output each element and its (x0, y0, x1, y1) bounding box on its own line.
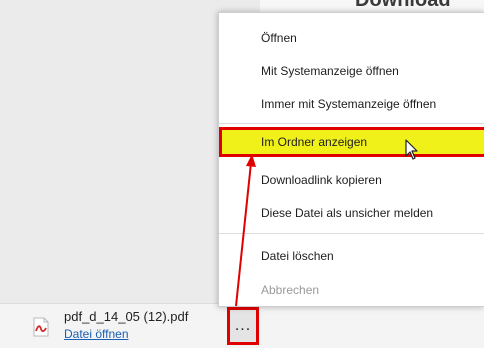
menu-item-delete-file[interactable]: Datei löschen (219, 241, 484, 271)
menu-item-open[interactable]: Öffnen (219, 23, 484, 53)
menu-item-cancel: Abbrechen (261, 283, 320, 297)
menu-item-copy-download-link[interactable]: Downloadlink kopieren (219, 165, 484, 195)
menu-item-open-with-system-viewer[interactable]: Mit Systemanzeige öffnen (219, 56, 484, 86)
pdf-file-icon (33, 317, 49, 337)
menu-separator (219, 123, 484, 124)
open-file-link[interactable]: Datei öffnen (64, 327, 129, 341)
menu-separator (219, 233, 484, 234)
download-bar: pdf_d_14_05 (12).pdf Datei öffnen ... (0, 303, 484, 348)
menu-item-report-unsafe[interactable]: Diese Datei als unsicher melden (219, 198, 484, 228)
download-file-name: pdf_d_14_05 (12).pdf (64, 309, 189, 324)
more-options-button[interactable]: ... (227, 307, 259, 345)
mouse-pointer-icon (405, 139, 418, 160)
menu-item-show-in-folder[interactable]: Im Ordner anzeigen (219, 127, 484, 157)
more-options-label: ... (234, 317, 252, 334)
page-heading-fragment: Download (355, 0, 451, 11)
menu-item-always-open-with-system-viewer[interactable]: Immer mit Systemanzeige öffnen (219, 89, 484, 119)
download-context-menu: Öffnen Mit Systemanzeige öffnen Immer mi… (218, 12, 484, 307)
